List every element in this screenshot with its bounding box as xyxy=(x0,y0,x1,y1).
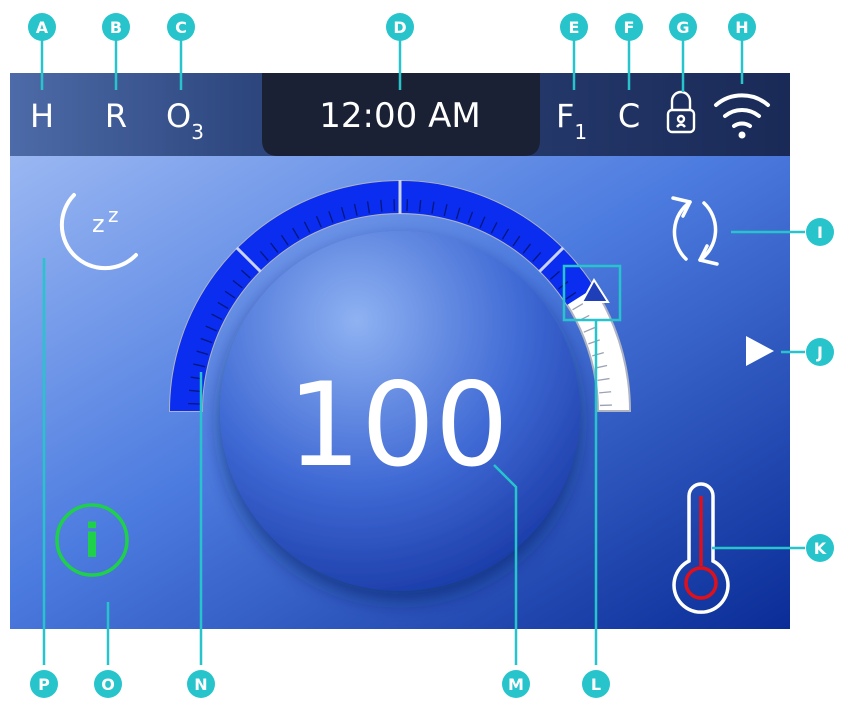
svg-text:E: E xyxy=(569,18,580,37)
svg-text:B: B xyxy=(110,18,122,37)
svg-text:J: J xyxy=(816,343,823,362)
callout-h: H xyxy=(728,13,756,41)
svg-text:L: L xyxy=(591,675,601,694)
svg-text:D: D xyxy=(393,18,406,37)
callout-p: P xyxy=(30,670,58,698)
svg-text:K: K xyxy=(814,539,827,558)
heat-indicator: H xyxy=(30,97,54,135)
svg-text:M: M xyxy=(508,675,524,694)
svg-text:F: F xyxy=(624,18,635,37)
unit-indicator[interactable]: C xyxy=(618,97,640,135)
thermostat-diagram: H R O3 12:00 AM F1 C z z 100 i A B C D E… xyxy=(10,13,834,698)
callout-k: K xyxy=(806,534,834,562)
callout-c: C xyxy=(167,13,195,41)
callout-j: J xyxy=(806,338,834,366)
callout-n: N xyxy=(187,670,215,698)
svg-text:I: I xyxy=(817,223,823,242)
sleep-z-large: z xyxy=(108,203,119,227)
info-glyph: i xyxy=(84,514,100,568)
rain-indicator: R xyxy=(105,97,127,135)
dial-value: 100 xyxy=(287,358,508,493)
callout-o: O xyxy=(94,670,122,698)
svg-text:A: A xyxy=(36,18,49,37)
callout-m: M xyxy=(502,670,530,698)
callout-d: D xyxy=(386,13,414,41)
callout-f: F xyxy=(615,13,643,41)
svg-text:H: H xyxy=(735,18,748,37)
clock-display[interactable]: 12:00 AM xyxy=(319,96,480,136)
callout-i: I xyxy=(806,218,834,246)
sleep-z-small: z xyxy=(92,210,105,238)
callout-e: E xyxy=(560,13,588,41)
callout-l: L xyxy=(582,670,610,698)
callout-g: G xyxy=(669,13,697,41)
svg-text:C: C xyxy=(175,18,187,37)
callout-a: A xyxy=(28,13,56,41)
svg-text:N: N xyxy=(194,675,207,694)
svg-text:P: P xyxy=(38,675,50,694)
svg-text:G: G xyxy=(676,18,689,37)
callout-b: B xyxy=(102,13,130,41)
svg-text:O: O xyxy=(101,675,115,694)
